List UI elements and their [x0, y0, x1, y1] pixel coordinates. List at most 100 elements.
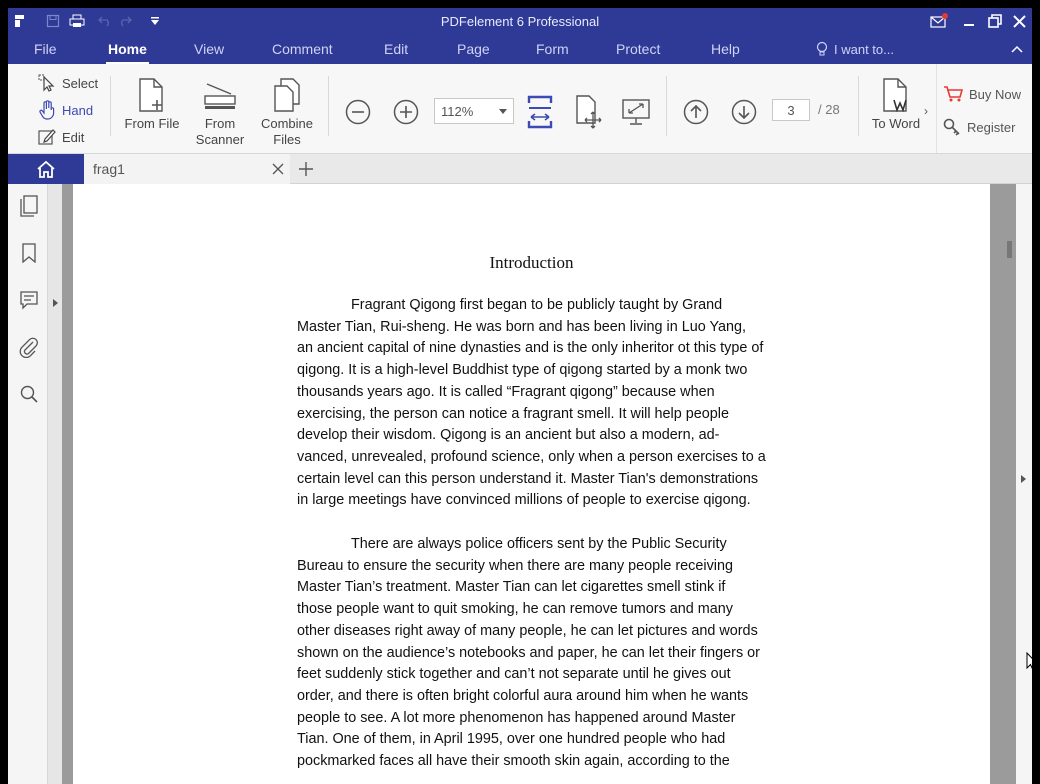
previous-page-button[interactable]	[680, 96, 712, 128]
i-want-to-label: I want to...	[834, 41, 894, 57]
register-button[interactable]: Register	[943, 118, 1015, 136]
zoom-select[interactable]: 112%	[434, 98, 514, 124]
buy-now-label: Buy Now	[969, 86, 1022, 102]
word-file-icon	[883, 78, 907, 112]
select-tool[interactable]: Select	[38, 72, 98, 94]
text-line: Master Tian, Rui-sheng. He was born and …	[297, 318, 747, 335]
from-file-label: From File	[124, 116, 180, 131]
arrow-up-circle-icon	[683, 99, 709, 125]
ribbon-toolbar: Select Hand Edit From File From Scanner …	[8, 64, 1032, 154]
zoom-in-icon	[393, 99, 419, 125]
paragraph-1: Fragrant Qigong first began to be public…	[297, 295, 787, 512]
expand-right-panel-icon[interactable]	[1021, 475, 1026, 483]
to-word-label: To Word	[871, 116, 921, 131]
document-viewport[interactable]: Introduction Fragrant Qigong first began…	[62, 184, 1016, 784]
fit-page-button[interactable]	[573, 94, 605, 130]
menu-comment[interactable]: Comment	[272, 41, 333, 57]
close-window-icon[interactable]	[1008, 11, 1030, 31]
zoom-value: 112%	[441, 104, 474, 119]
text-line: other diseases right away of many people…	[297, 622, 758, 639]
minimize-icon[interactable]	[958, 11, 980, 31]
chevron-right-icon[interactable]: ›	[924, 104, 928, 118]
next-page-button[interactable]	[728, 96, 760, 128]
collapse-ribbon-icon[interactable]	[1006, 39, 1028, 59]
title-bar: PDFelement 6 Professional	[8, 8, 1032, 35]
text-line: There are always police officers sent by…	[351, 536, 727, 552]
text-line: develop their wisdom. Qigong is an ancie…	[297, 427, 720, 444]
edit-label: Edit	[62, 129, 85, 145]
menu-form[interactable]: Form	[536, 41, 569, 57]
search-icon[interactable]	[18, 383, 40, 405]
pdf-page: Introduction Fragrant Qigong first began…	[73, 184, 990, 784]
select-label: Select	[62, 75, 99, 91]
vertical-scrollbar-thumb[interactable]	[1007, 241, 1012, 258]
text-line: people to see. A lot more phenomenon has…	[297, 709, 736, 726]
menu-page[interactable]: Page	[457, 41, 490, 57]
menu-edit[interactable]: Edit	[384, 41, 408, 57]
menu-home[interactable]: Home	[106, 41, 149, 65]
to-word-button[interactable]: To Word	[868, 76, 924, 132]
hand-tool[interactable]: Hand	[38, 99, 93, 121]
text-line: Master Tian’s treatment. Master Tian can…	[297, 579, 726, 596]
home-tab[interactable]	[8, 154, 84, 184]
thumbnails-icon[interactable]	[18, 195, 40, 217]
mail-notification-icon[interactable]	[928, 11, 950, 31]
buy-now-button[interactable]: Buy Now	[943, 86, 1021, 102]
presentation-icon	[622, 99, 650, 125]
from-scanner-label-2: Scanner	[195, 132, 245, 147]
zoom-out-button[interactable]	[342, 96, 374, 128]
restore-icon[interactable]	[984, 11, 1006, 31]
lightbulb-icon	[816, 41, 828, 56]
attachment-icon[interactable]	[18, 336, 40, 358]
total-pages: / 28	[818, 102, 840, 117]
edit-tool[interactable]: Edit	[38, 126, 84, 148]
shopping-cart-icon	[944, 86, 963, 102]
new-tab-icon[interactable]	[298, 161, 314, 182]
text-line: in large meetings have convinced million…	[297, 492, 751, 509]
tab-frag1[interactable]: frag1	[84, 154, 290, 184]
right-panel-strip	[1016, 184, 1032, 784]
fit-width-button[interactable]	[524, 94, 556, 130]
from-file-button[interactable]: From File	[122, 76, 182, 132]
ribbon-separator	[328, 76, 329, 136]
select-cursor-icon	[38, 74, 55, 92]
expand-sidebar-icon[interactable]	[53, 299, 58, 307]
zoom-out-icon	[345, 99, 371, 125]
menu-help[interactable]: Help	[711, 41, 740, 57]
text-line: an ancient capital of nine dynasties and…	[297, 340, 764, 357]
new-file-icon	[139, 78, 163, 112]
from-scanner-button[interactable]: From Scanner	[190, 76, 250, 148]
paragraph-2: There are always police officers sent by…	[297, 534, 787, 773]
menu-protect[interactable]: Protect	[616, 41, 660, 57]
page-number-input[interactable]: 3	[772, 99, 810, 121]
text-line: those people want to quit smoking, he ca…	[297, 601, 733, 618]
ribbon-separator	[110, 76, 111, 136]
bookmark-icon[interactable]	[18, 242, 40, 264]
ribbon-separator	[858, 76, 859, 136]
ribbon-separator	[666, 76, 667, 136]
chevron-down-icon	[499, 109, 507, 114]
text-line: feet suddenly stick together and can’t n…	[297, 666, 731, 683]
combine-label-2: Files	[273, 132, 301, 147]
i-want-to-search[interactable]: I want to...	[816, 41, 894, 57]
text-line: Fragrant Qigong first began to be public…	[351, 297, 723, 313]
hand-icon	[39, 100, 55, 120]
text-line: exercising, the person can notice a frag…	[297, 405, 729, 422]
from-scanner-label-1: From	[204, 116, 236, 131]
arrow-down-circle-icon	[731, 99, 757, 125]
close-tab-icon[interactable]	[272, 162, 284, 178]
combine-files-button[interactable]: Combine Files	[256, 76, 318, 148]
text-line: qigong. It is a high-level Buddhist type…	[297, 362, 748, 379]
menu-view[interactable]: View	[194, 41, 224, 57]
document-tab-bar: frag1	[8, 154, 1032, 184]
app-window: PDFelement 6 Professional File Home View…	[8, 8, 1032, 784]
text-line: vanced, unrevealed, profound science, on…	[297, 448, 766, 465]
menu-file[interactable]: File	[34, 41, 57, 57]
page-heading: Introduction	[489, 253, 574, 272]
comment-icon[interactable]	[18, 289, 40, 311]
text-line: pockmarked faces all have their smooth s…	[297, 753, 730, 770]
text-line: certain level can this person understand…	[297, 470, 759, 487]
full-screen-button[interactable]	[620, 94, 652, 130]
zoom-in-button[interactable]	[390, 96, 422, 128]
text-line: Tian. One of them, in April 1995, over o…	[297, 731, 726, 748]
